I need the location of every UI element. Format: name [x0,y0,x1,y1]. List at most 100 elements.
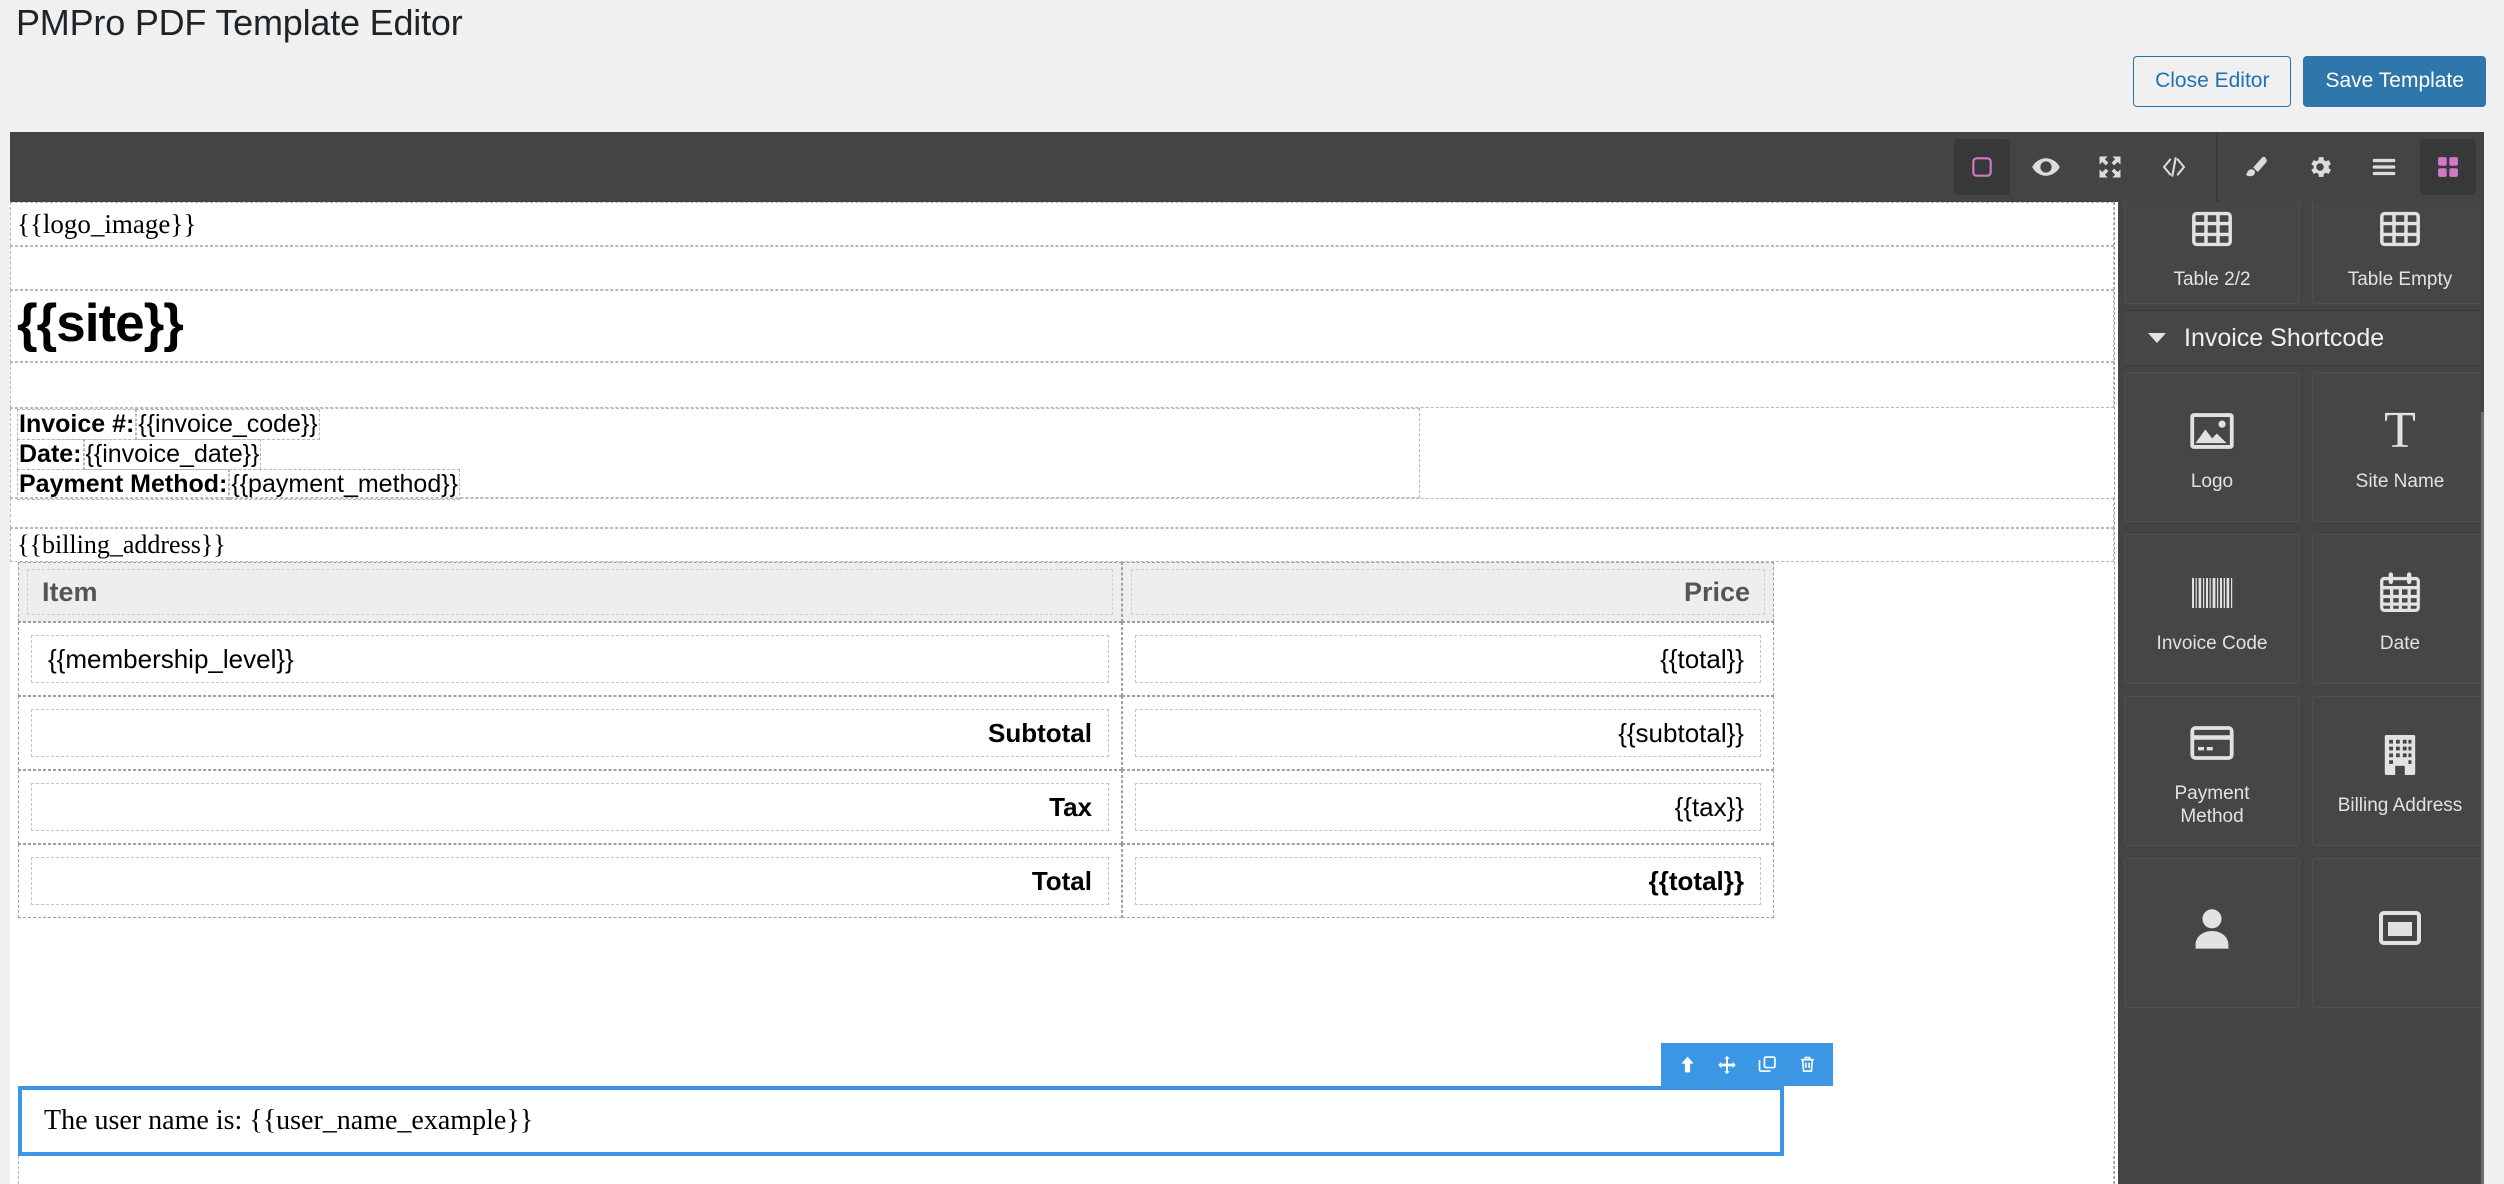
block-cell: Table Empty [2306,202,2494,310]
total-placeholder[interactable]: {{total}} [1152,640,1744,678]
invoice-meta-block[interactable]: Invoice #:{{invoice_code}} Date:{{invoic… [10,408,1420,498]
block-invoice-code[interactable]: Invoice Code [2124,534,2300,684]
block-label: Date [2380,632,2420,655]
table-header-cell-price[interactable]: Price [1122,562,1774,622]
block-label: Site Name [2356,470,2445,493]
block-category-label: Invoice Shortcode [2184,324,2384,353]
preview-eye-button[interactable] [2018,139,2074,195]
membership-level-placeholder[interactable]: {{membership_level}} [48,640,1092,678]
invoice-number-label: Invoice #: [17,409,136,440]
table-header-cell-item[interactable]: Item [18,562,1122,622]
table-cell-price[interactable]: {{subtotal}} [1122,696,1774,770]
spacer-block-2[interactable] [10,362,2114,408]
component-toolbar [1661,1043,1833,1086]
calendar-icon [2378,564,2422,622]
invoice-meta-row[interactable]: Payment Method:{{payment_method}} [11,469,1419,499]
toolbar-panels-group [2224,132,2480,202]
table-header-row[interactable]: Item Price [18,562,1774,622]
block-site-name[interactable]: T Site Name [2312,372,2488,522]
block-logo[interactable]: Logo [2124,372,2300,522]
header-actions: Close Editor Save Template [2133,56,2486,107]
block-table-2-2[interactable]: Table 2/2 [2124,202,2300,304]
table-cell-price[interactable]: {{tax}} [1122,770,1774,844]
block-user[interactable] [2124,858,2300,1008]
barcode-icon [2190,564,2234,622]
open-blocks-button[interactable] [2420,139,2476,195]
table-row[interactable]: Total {{total}} [18,844,1774,918]
table-row[interactable]: Subtotal {{subtotal}} [18,696,1774,770]
block-date[interactable]: Date [2312,534,2488,684]
block-label: Billing Address [2338,794,2463,817]
open-settings-button[interactable] [2292,139,2348,195]
site-name-placeholder[interactable]: {{site}} [10,290,2114,362]
blocks-scroll-area[interactable]: Table 2/2 Table E [2118,202,2494,1184]
editor-canvas[interactable]: {{logo_image}} {{site}} Invoice #:{{invo… [10,202,2118,1184]
table-cell-price[interactable]: {{total}} [1122,844,1774,918]
open-style-manager-button[interactable] [2228,139,2284,195]
canvas-frame: {{logo_image}} {{site}} Invoice #:{{invo… [10,202,2118,1184]
block-billing-address[interactable]: Billing Address [2312,696,2488,846]
table-row[interactable]: Tax {{tax}} [18,770,1774,844]
total-label[interactable]: Total [48,862,1092,900]
invoice-meta-row[interactable]: Date:{{invoice_date}} [11,439,1419,469]
block-cell: Date [2306,528,2494,690]
credit-card-icon [2189,714,2235,772]
open-layer-manager-button[interactable] [2356,139,2412,195]
wp-admin-header: PMPro PDF Template Editor Close Editor S… [0,0,2504,132]
table-cell-price[interactable]: {{total}} [1122,622,1774,696]
block-label: Logo [2191,470,2233,493]
save-template-button[interactable]: Save Template [2303,56,2486,107]
selected-text-component[interactable]: The user name is: {{user_name_example}} [18,1086,1784,1156]
tax-label[interactable]: Tax [48,788,1092,826]
block-label: Table 2/2 [2173,268,2250,291]
block-card[interactable] [2312,858,2488,1008]
view-code-button[interactable] [2146,139,2202,195]
block-cell: Payment Method [2118,690,2306,852]
table-cell-item[interactable]: Total [18,844,1122,918]
delete-icon[interactable] [1787,1043,1827,1086]
spacer-block-3[interactable] [10,498,2114,528]
chevron-down-icon [2148,333,2166,343]
subtotal-label[interactable]: Subtotal [48,714,1092,752]
block-cell: Invoice Code [2118,528,2306,690]
canvas-trailing-area[interactable] [18,1156,2114,1184]
table-row[interactable]: {{membership_level}} {{total}} [18,622,1774,696]
toolbar-divider [2216,132,2218,202]
building-icon [2382,726,2418,784]
canvas-body-edge [2114,202,2116,1184]
fullscreen-button[interactable] [2082,139,2138,195]
select-parent-icon[interactable] [1667,1043,1707,1086]
billing-address-placeholder[interactable]: {{billing_address}} [10,528,2114,562]
pmpro-pdf-template-editor-page: PMPro PDF Template Editor Close Editor S… [0,0,2504,1184]
invoice-table[interactable]: Item Price {{membership_level}} {{total}… [18,562,1774,918]
page-right-gutter [2484,132,2504,1184]
spacer-block-1[interactable] [10,246,2114,290]
card-icon [2378,899,2422,957]
copy-icon[interactable] [1747,1043,1787,1086]
block-cell: T Site Name [2306,366,2494,528]
logo-placeholder[interactable]: {{logo_image}} [10,202,2114,246]
block-payment-method[interactable]: Payment Method [2124,696,2300,846]
table-cell-item[interactable]: {{membership_level}} [18,622,1122,696]
block-cell: Table 2/2 [2118,202,2306,310]
column-header-item: Item [42,572,1098,612]
table-cell-item[interactable]: Subtotal [18,696,1122,770]
selected-text-content[interactable]: The user name is: {{user_name_example}} [22,1090,1780,1152]
invoice-date-placeholder[interactable]: {{invoice_date}} [84,439,262,470]
tax-placeholder[interactable]: {{tax}} [1152,788,1744,826]
blocks-row-1: Logo T Site Name [2118,366,2494,528]
close-editor-button[interactable]: Close Editor [2133,56,2291,107]
toggle-borders-button[interactable] [1954,139,2010,195]
table-cell-item[interactable]: Tax [18,770,1122,844]
block-category-invoice-shortcode[interactable]: Invoice Shortcode [2124,310,2488,366]
user-icon [2192,899,2232,957]
grand-total-placeholder[interactable]: {{total}} [1152,862,1744,900]
blocks-row-2: Invoice Code [2118,528,2494,690]
invoice-meta-row[interactable]: Invoice #:{{invoice_code}} [11,409,1419,439]
block-table-empty[interactable]: Table Empty [2312,202,2488,304]
invoice-code-placeholder[interactable]: {{invoice_code}} [136,409,319,440]
subtotal-placeholder[interactable]: {{subtotal}} [1152,714,1744,752]
move-icon[interactable] [1707,1043,1747,1086]
payment-method-placeholder[interactable]: {{payment_method}} [229,469,460,500]
toolbar-view-group [1950,132,2206,202]
